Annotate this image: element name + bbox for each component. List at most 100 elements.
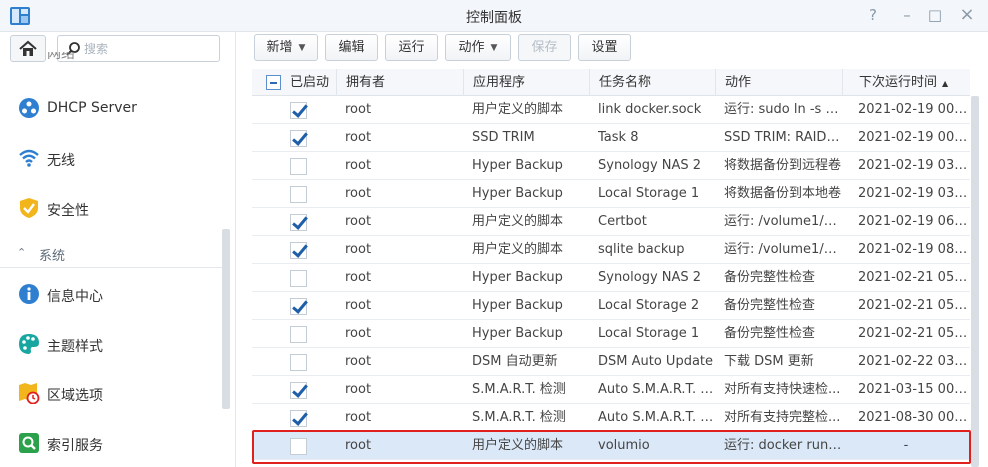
owner-cell: root [345,130,372,145]
task-name-cell: sqlite backup [598,242,685,257]
table-header: 已启动 拥有者 应用程序 任务名称 动作 下次运行时间 ▲ [252,69,970,96]
sidebar-item-label: 索引服务 [47,438,103,454]
sidebar-item-theme[interactable]: 主题样式 [0,323,224,367]
next-run-time-cell: - [903,438,909,453]
enabled-checkbox[interactable] [290,242,307,259]
next-run-time-cell: 2021-02-19 00:00 [858,130,970,145]
sort-ascending-icon: ▲ [942,79,949,88]
minimize-button[interactable]: – [898,6,916,24]
chevron-down-icon: ▼ [298,43,306,53]
action-cell: 运行: /volume1/d... [724,242,842,257]
owner-cell: root [345,270,372,285]
task-name-cell: Auto S.M.A.R.T. T... [598,382,715,397]
table-row[interactable]: root Hyper Backup Synology NAS 2 将数据备份到远程卷 2… [252,152,970,180]
table-row[interactable]: root 用户定义的脚本 sqlite backup 运行: /volume1/d..… [252,236,970,264]
chevron-down-icon: ▼ [490,43,498,53]
action-button-label: 动作 [458,40,485,55]
column-application[interactable]: 应用程序 [463,69,589,96]
table-row[interactable]: root SSD TRIM Task 8 SSD TRIM: RAID ... 2021… [252,124,970,152]
owner-cell: root [345,186,372,201]
column-label: 已启动 [290,75,330,90]
edit-button[interactable]: 编辑 [325,34,378,61]
sidebar-item-label: 网络 [47,52,75,62]
application-cell: Hyper Backup [472,326,563,341]
sidebar-item-regional-options[interactable]: 区域选项 [0,372,224,416]
sidebar-item-dhcp-server[interactable]: DHCP Server [0,87,224,131]
info-icon [19,284,39,304]
action-cell: 对所有支持快速检... [724,382,841,397]
enabled-checkbox[interactable] [290,214,307,231]
create-button-label: 新增 [266,40,293,55]
column-enabled[interactable]: 已启动 [252,69,336,96]
next-run-time-cell: 2021-03-15 00:00 [858,382,970,397]
next-run-time-cell: 2021-02-21 05:00 [858,298,970,313]
table-row[interactable]: root Hyper Backup Synology NAS 2 备份完整性检查 202… [252,264,970,292]
enabled-checkbox[interactable] [290,130,307,147]
application-cell: Hyper Backup [472,270,563,285]
task-name-cell: Local Storage 1 [598,326,700,341]
table-row[interactable]: root Hyper Backup Local Storage 1 备份完整性检查 20… [252,320,970,348]
table-scrollbar[interactable] [971,96,979,467]
sidebar-item-wireless[interactable]: 无线 [0,137,224,181]
sidebar-item-info-center[interactable]: 信息中心 [0,273,224,317]
table-row[interactable]: root Hyper Backup Local Storage 1 将数据备份到本地卷… [252,180,970,208]
owner-cell: root [345,326,372,341]
application-cell: Hyper Backup [472,186,563,201]
enabled-checkbox[interactable] [290,186,307,203]
help-button[interactable]: ? [864,6,882,24]
table-row[interactable]: root 用户定义的脚本 volumio 运行: docker run ... - [252,432,970,460]
action-cell: 运行: sudo ln -s /... [724,102,842,117]
owner-cell: root [345,382,372,397]
next-run-time-cell: 2021-02-19 03:00 [858,186,970,201]
enabled-checkbox[interactable] [290,298,307,315]
enabled-checkbox[interactable] [290,382,307,399]
enabled-checkbox[interactable] [290,102,307,119]
save-button[interactable]: 保存 [518,34,571,61]
action-button[interactable]: 动作 ▼ [445,34,511,61]
create-button[interactable]: 新增 ▼ [254,34,318,61]
title-bar: 控制面板 ? – □ × [0,0,988,32]
table-row[interactable]: root Hyper Backup Local Storage 2 备份完整性检查 20… [252,292,970,320]
sidebar-item-label: 无线 [47,153,75,169]
select-all-checkbox[interactable] [266,75,281,90]
column-next-run-time[interactable]: 下次运行时间 ▲ [842,69,970,96]
table-row[interactable]: root 用户定义的脚本 link docker.sock 运行: sudo ln -… [252,96,970,124]
enabled-checkbox[interactable] [290,270,307,287]
table-row[interactable]: root 用户定义的脚本 Certbot 运行: /volume1/d... 2021-… [252,208,970,236]
next-run-time-cell: 2021-08-30 00:00 [858,410,970,425]
table-row[interactable]: root DSM 自动更新 DSM Auto Update 下载 DSM 更新 2021… [252,348,970,376]
application-cell: S.M.A.R.T. 检测 [472,382,566,397]
sidebar-item-label: 信息中心 [47,289,103,305]
owner-cell: root [345,102,372,117]
application-cell: 用户定义的脚本 [472,438,564,453]
sidebar-item-indexing-service[interactable]: 索引服务 [0,422,224,466]
table-row[interactable]: root S.M.A.R.T. 检测 Auto S.M.A.R.T. T... 对所有… [252,376,970,404]
run-button[interactable]: 运行 [385,34,438,61]
next-run-time-cell: 2021-02-19 03:00 [858,158,970,173]
owner-cell: root [345,410,372,425]
maximize-button[interactable]: □ [926,6,944,24]
enabled-checkbox[interactable] [290,158,307,175]
table-row[interactable]: root S.M.A.R.T. 检测 Auto S.M.A.R.T. T... 对所有… [252,404,970,432]
action-cell: SSD TRIM: RAID ... [724,130,842,145]
owner-cell: root [345,354,372,369]
column-owner[interactable]: 拥有者 [336,69,463,96]
sidebar-item-network[interactable]: 网络 [0,52,224,72]
sidebar-scrollbar[interactable] [222,229,230,409]
task-table: 已启动 拥有者 应用程序 任务名称 动作 下次运行时间 ▲ root 用户定义的脚本… [252,69,970,467]
enabled-checkbox[interactable] [290,326,307,343]
column-action[interactable]: 动作 [715,69,842,96]
enabled-checkbox[interactable] [290,354,307,371]
palette-icon [19,334,39,354]
sidebar-item-security[interactable]: 安全性 [0,187,224,231]
enabled-checkbox[interactable] [290,410,307,427]
enabled-checkbox[interactable] [290,438,307,455]
action-cell: 运行: /volume1/d... [724,214,842,229]
section-header-system[interactable]: ⌃ 系统 [0,238,224,268]
close-button[interactable]: × [958,6,976,24]
action-cell: 运行: docker run ... [724,438,842,453]
settings-button[interactable]: 设置 [578,34,631,61]
task-name-cell: Auto S.M.A.R.T. T... [598,410,715,425]
column-task-name[interactable]: 任务名称 [589,69,715,96]
next-run-time-cell: 2021-02-19 06:00 [858,214,970,229]
